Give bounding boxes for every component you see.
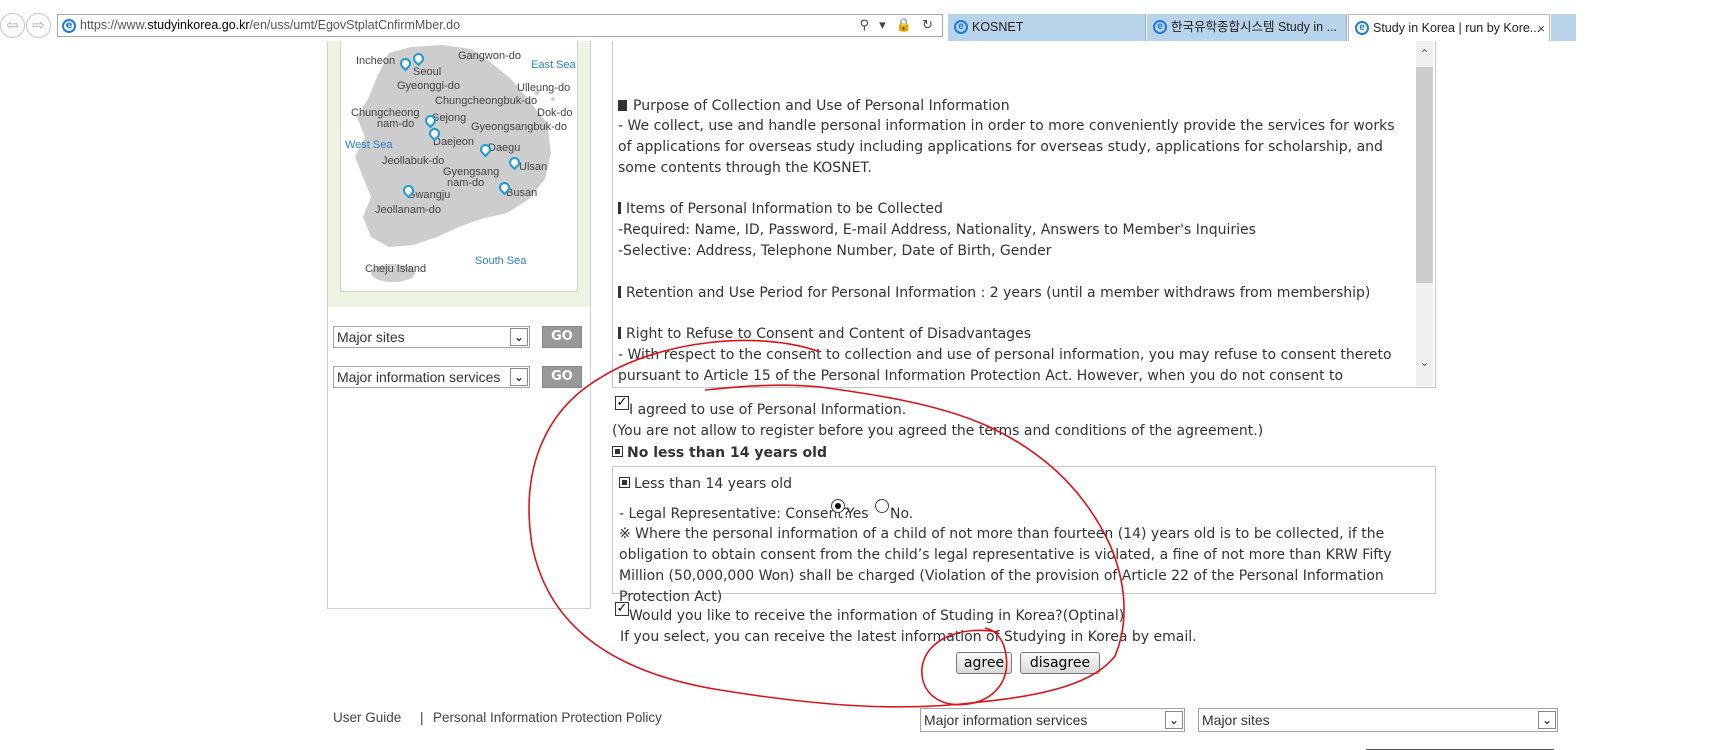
map-label-dokdo: Dok-do: [537, 107, 573, 119]
items-selective: -Selective: Address, Telephone Number, D…: [618, 243, 1052, 259]
refuse-body: - With respect to the consent to collect…: [618, 347, 1392, 384]
go-button-sites[interactable]: GO: [542, 326, 582, 348]
map-label-chungcheong-nam-2: nam-do: [377, 118, 415, 130]
agree-personal-info-checkbox[interactable]: ✓: [615, 396, 629, 410]
chevron-down-icon: ⌄: [1538, 711, 1556, 729]
chevron-down-icon: ⌄: [1165, 711, 1183, 729]
ie-tab-icon: e: [1355, 21, 1369, 35]
address-tools-icons[interactable]: ⚲ ▾ 🔒 ↻: [859, 15, 936, 36]
map-label-cheju: Cheju Island: [365, 263, 427, 275]
under-14-warning: ※ Where the personal information of a ch…: [619, 526, 1392, 605]
tab-label: Study in Korea | run by Kore...: [1373, 21, 1541, 35]
map-label-south-sea: South Sea: [475, 255, 527, 267]
select-value: Major sites: [337, 329, 405, 345]
consent-no-label: No.: [890, 506, 914, 522]
age-option-14-plus[interactable]: No less than 14 years old: [612, 445, 827, 461]
square-icon: [619, 477, 630, 488]
privacy-terms-box[interactable]: Purpose of Collection and Use of Persona…: [612, 41, 1436, 388]
tab-study-in-korea-active[interactable]: e Study in Korea | run by Kore... ×: [1348, 14, 1550, 41]
address-bar[interactable]: e https://www.studyinkorea.go.kr/en/uss/…: [57, 14, 943, 37]
agree-note: (You are not allow to register before yo…: [612, 423, 1264, 439]
legal-rep-label: - Legal Representative: Consent?: [619, 506, 851, 522]
newsletter-label: Would you like to receive the informatio…: [629, 608, 1125, 624]
map-area: Incheon Seoul Gangwon-do East Sea Gyeong…: [328, 41, 590, 307]
map-label-chungcheongbuk: Chungcheongbuk-do: [435, 95, 538, 107]
major-sites-select[interactable]: Major sites ⌄: [333, 326, 530, 348]
ie-tab-icon: e: [1153, 20, 1167, 34]
back-arrow-icon: ⇦: [6, 16, 19, 34]
privacy-policy-link[interactable]: Personal Information Protection Policy: [433, 710, 662, 725]
bar-bullet-icon: [618, 286, 621, 298]
close-tab-icon[interactable]: ×: [1537, 15, 1545, 41]
map-label-gyeongsangbuk: Gyeongsangbuk-do: [471, 121, 568, 133]
tab-study-in-korea-kr[interactable]: e 한국유학종합시스템 Study in ...: [1147, 14, 1347, 41]
ie-tab-icon: e: [954, 20, 968, 34]
newsletter-checkbox[interactable]: ✓: [615, 602, 629, 616]
scroll-up-icon[interactable]: ⌃: [1416, 45, 1433, 63]
agree-personal-info-label: I agreed to use of Personal Information.: [629, 402, 907, 418]
new-tab-button[interactable]: [1551, 14, 1576, 41]
footer-info-services-select[interactable]: Major information services ⌄: [920, 708, 1185, 732]
map-label-jeollabuk: Jeollabuk-do: [382, 155, 445, 167]
forward-button[interactable]: ⇨: [26, 13, 51, 38]
map-label-seoul: Seoul: [413, 66, 442, 78]
tab-label: KOSNET: [972, 20, 1024, 34]
bar-bullet-icon: [618, 327, 621, 339]
map-label-daejeon: Daejeon: [433, 136, 474, 148]
disagree-button[interactable]: disagree: [1020, 652, 1100, 674]
map-label-busan: Busan: [506, 187, 538, 199]
user-guide-link[interactable]: User Guide: [333, 710, 401, 725]
consent-yes-label: Yes: [846, 506, 869, 522]
chevron-down-icon: ⌄: [510, 328, 528, 346]
ie-page-icon: e: [62, 19, 76, 33]
scroll-down-icon[interactable]: ⌄: [1416, 353, 1433, 371]
under-14-box: Less than 14 years old - Legal Represent…: [612, 466, 1436, 605]
selected-square-icon: [612, 446, 623, 457]
purpose-heading: Purpose of Collection and Use of Persona…: [618, 96, 1408, 117]
square-bullet-icon: [618, 100, 627, 111]
korea-map: Incheon Seoul Gangwon-do East Sea Gyeong…: [340, 41, 578, 292]
map-label-gangwon: Gangwon-do: [458, 50, 521, 62]
select-value: Major information services: [337, 369, 501, 385]
purpose-body: - We collect, use and handle personal in…: [618, 118, 1395, 176]
forward-arrow-icon: ⇨: [32, 16, 45, 34]
under-14-heading[interactable]: Less than 14 years old: [619, 476, 792, 492]
map-label-ulleung: Ulleung-do: [517, 82, 571, 94]
agree-button[interactable]: agree: [956, 652, 1012, 674]
chevron-down-icon: ⌄: [510, 368, 528, 386]
url-text: https://www.studyinkorea.go.kr/en/uss/um…: [80, 18, 461, 32]
go-button-services[interactable]: GO: [542, 366, 582, 388]
select-value: Major information services: [924, 712, 1088, 728]
scroll-thumb[interactable]: [1416, 67, 1433, 283]
map-label-ulsan: Ulsan: [519, 161, 548, 173]
newsletter-note: If you select, you can receive the lates…: [620, 629, 1197, 645]
back-button[interactable]: ⇦: [0, 13, 25, 38]
items-heading: Items of Personal Information to be Coll…: [618, 199, 1408, 220]
retention-text: Retention and Use Period for Personal In…: [618, 283, 1408, 304]
map-label-incheon: Incheon: [356, 55, 396, 67]
select-value: Major sites: [1202, 712, 1270, 728]
map-label-gyeonggi: Gyeonggi-do: [397, 80, 460, 92]
refuse-heading: Right to Refuse to Consent and Content o…: [618, 324, 1408, 345]
consent-yes-radio[interactable]: [831, 499, 845, 513]
tab-kosnet[interactable]: e KOSNET: [948, 14, 1146, 41]
tab-label: 한국유학종합시스템 Study in ...: [1171, 20, 1338, 34]
consent-no-radio[interactable]: [875, 499, 889, 513]
items-required: -Required: Name, ID, Password, E-mail Ad…: [618, 222, 1256, 238]
map-label-gyeongsang-nam-2: nam-do: [447, 177, 485, 189]
terms-scrollbar[interactable]: ⌃ ⌄: [1416, 41, 1433, 386]
map-label-jeollanam: Jeollanam-do: [375, 204, 442, 216]
footer-major-sites-select[interactable]: Major sites ⌄: [1198, 708, 1558, 732]
bar-bullet-icon: [618, 202, 621, 214]
major-info-services-select[interactable]: Major information services ⌄: [333, 366, 530, 388]
map-label-west-sea: West Sea: [345, 139, 393, 151]
map-label-daegu: Daegu: [488, 142, 521, 154]
map-label-sejong: Sejong: [432, 112, 467, 124]
left-panel: Incheon Seoul Gangwon-do East Sea Gyeong…: [327, 41, 591, 609]
map-label-east-sea: East Sea: [531, 59, 576, 71]
footer-separator: |: [420, 710, 424, 725]
